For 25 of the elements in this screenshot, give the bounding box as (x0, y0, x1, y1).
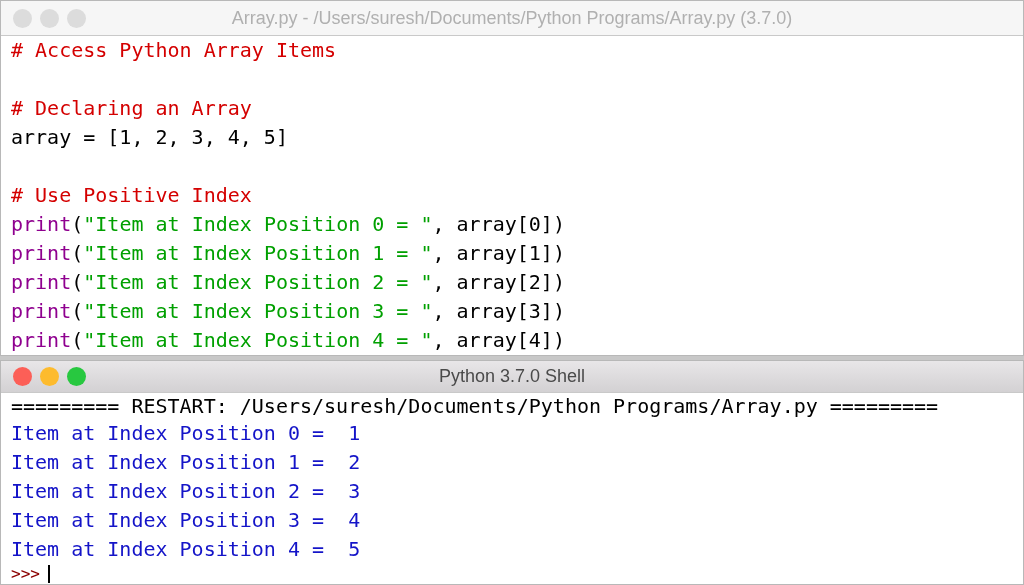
output-line: Item at Index Position 0 = 1 (11, 420, 362, 447)
code-line: # Declaring an Array (11, 95, 253, 122)
restart-line: ========= RESTART: /Users/suresh/Documents/Python Programs/Array.py ========= (11, 393, 940, 419)
code-line: print("Item at Index Position 3 = ", array[3]) (11, 298, 566, 325)
zoom-button[interactable] (67, 367, 86, 386)
code-line: print("Item at Index Position 2 = ", array[2]) (11, 269, 566, 296)
shell-prompt: >>> (11, 564, 40, 584)
text-cursor (47, 565, 50, 583)
code-line: print("Item at Index Position 0 = ", array[0]) (11, 211, 566, 238)
window-title: Python 3.7.0 Shell (438, 366, 586, 387)
output-line: Item at Index Position 2 = 3 (11, 478, 362, 505)
output-line: Item at Index Position 3 = 4 (11, 507, 362, 534)
code-line: print("Item at Index Position 4 = ", array[4]) (11, 327, 566, 354)
minimize-button[interactable] (40, 8, 59, 28)
output-line: Item at Index Position 4 = 5 (11, 536, 362, 563)
minimize-button[interactable] (40, 367, 59, 386)
code-line: # Access Python Array Items (11, 37, 338, 64)
zoom-button[interactable] (67, 8, 86, 28)
code-line: # Use Positive Index (11, 182, 253, 209)
output-line: Item at Index Position 1 = 2 (11, 449, 362, 476)
close-button[interactable] (13, 367, 32, 386)
close-button[interactable] (13, 8, 32, 28)
code-line: print("Item at Index Position 1 = ", array[1]) (11, 240, 566, 267)
window-title: Array.py - /Users/suresh/Documents/Python Programs/Array.py (3.7.0) (231, 7, 793, 29)
code-line: array = [1, 2, 3, 4, 5] (11, 124, 289, 151)
